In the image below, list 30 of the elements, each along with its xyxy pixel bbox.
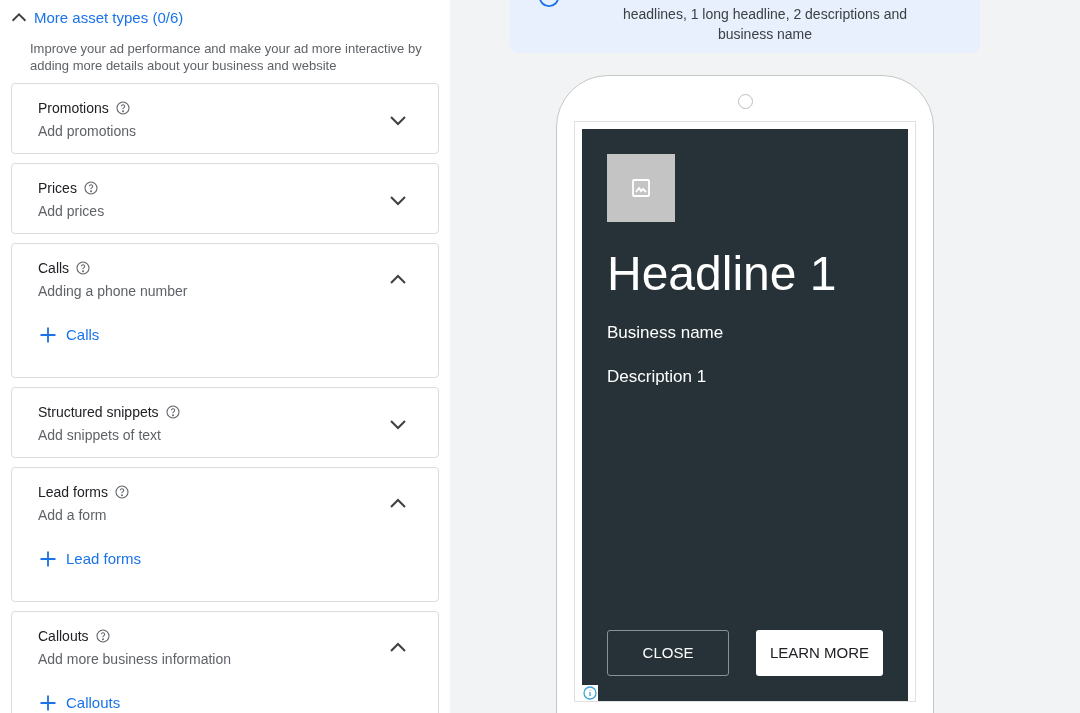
add-asset-link[interactable]: Lead forms bbox=[38, 547, 142, 570]
asset-subtitle: Add promotions bbox=[38, 121, 138, 141]
help-icon[interactable] bbox=[114, 100, 131, 116]
section-description: Improve your ad performance and make your ad more interactive by adding more details about your business and website bbox=[30, 39, 423, 74]
help-icon[interactable] bbox=[164, 404, 181, 420]
asset-subtitle: Add prices bbox=[38, 201, 106, 221]
asset-title: Promotions bbox=[38, 98, 109, 118]
info-text: headlines, 1 long headline, 2 descriptions and business name bbox=[621, 5, 909, 44]
help-icon[interactable] bbox=[75, 260, 92, 276]
image-icon bbox=[629, 176, 653, 200]
asset-subtitle: Add a form bbox=[38, 505, 108, 525]
add-asset-link[interactable]: Callouts bbox=[38, 691, 121, 713]
help-icon[interactable] bbox=[82, 180, 99, 196]
close-button[interactable]: CLOSE bbox=[607, 630, 729, 676]
asset-title: Prices bbox=[38, 178, 77, 198]
section-title[interactable]: More asset types (0/6) bbox=[34, 7, 184, 30]
asset-subtitle: Adding a phone number bbox=[38, 281, 189, 301]
add-asset-link[interactable]: Calls bbox=[38, 323, 100, 346]
asset-subtitle: Add snippets of text bbox=[38, 425, 162, 445]
help-icon[interactable] bbox=[94, 628, 111, 644]
ad-headline: Headline 1 bbox=[607, 246, 838, 302]
asset-subtitle: Add more business information bbox=[38, 649, 232, 669]
ad-description: Description 1 bbox=[607, 365, 708, 388]
asset-title: Callouts bbox=[38, 626, 89, 646]
ad-business-name: Business name bbox=[607, 322, 725, 344]
help-icon[interactable] bbox=[114, 484, 131, 500]
asset-title: Calls bbox=[38, 258, 70, 278]
asset-title: Lead forms bbox=[38, 482, 109, 502]
asset-title: Structured snippets bbox=[38, 402, 159, 422]
learn-more-button[interactable]: LEARN MORE bbox=[756, 630, 883, 676]
